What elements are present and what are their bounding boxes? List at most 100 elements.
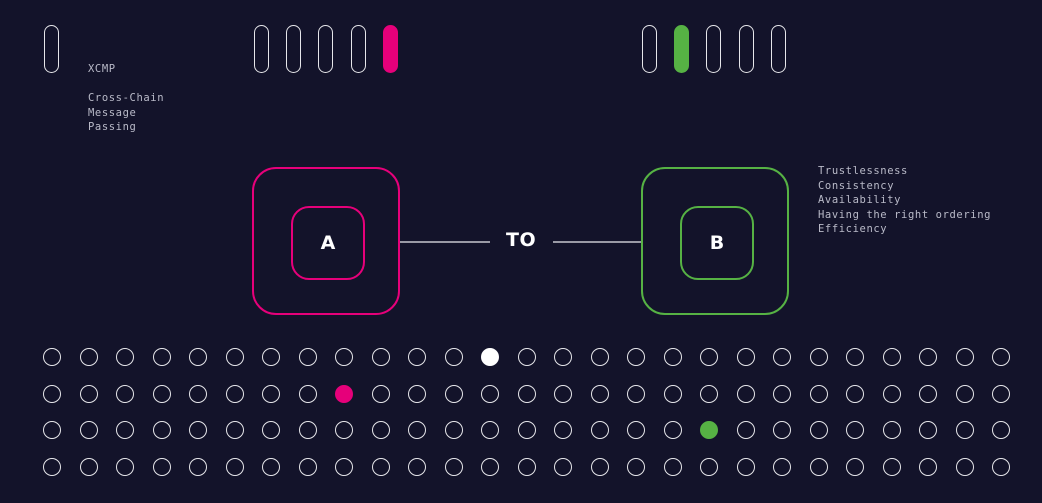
grid-dot-highlighted: [335, 384, 353, 403]
grid-dot: [663, 384, 682, 403]
grid-dot-highlighted: [481, 348, 499, 366]
grid-dot: [298, 457, 317, 476]
grid-dot: [298, 348, 317, 366]
grid-dot: [335, 421, 353, 439]
target-chain-node: B: [680, 206, 754, 280]
grid-dot: [116, 421, 134, 439]
source-chain-node: A: [291, 206, 365, 280]
grid-dot: [554, 421, 572, 439]
grid-dot: [79, 348, 98, 366]
grid-dot: [992, 348, 1010, 366]
indicator-pill: [642, 25, 657, 73]
grid-dot: [882, 348, 901, 366]
xcmp-title: XCMP: [88, 63, 116, 75]
grid-dot: [408, 421, 426, 439]
grid-dot: [663, 348, 682, 366]
grid-dot: [955, 384, 974, 403]
indicator-pill: [286, 25, 301, 73]
grid-dot: [43, 457, 61, 476]
grid-dot: [371, 421, 390, 439]
grid-dot: [481, 457, 499, 476]
grid-dot: [371, 348, 390, 366]
grid-dot: [809, 457, 828, 476]
grid-dot: [992, 384, 1010, 403]
grid-dot: [554, 348, 572, 366]
grid-dot: [79, 457, 98, 476]
indicator-pill: [351, 25, 366, 73]
grid-dot: [225, 457, 244, 476]
grid-dot: [919, 421, 937, 439]
grid-dot: [736, 421, 755, 439]
grid-dot: [298, 421, 317, 439]
connector-line-left: [400, 241, 490, 243]
grid-dot-highlighted: [700, 421, 718, 439]
grid-dot: [590, 457, 609, 476]
grid-dot: [43, 384, 61, 403]
indicator-pill: [318, 25, 333, 73]
grid-dot: [773, 384, 791, 403]
grid-dot: [517, 457, 536, 476]
grid-dot: [225, 421, 244, 439]
grid-dot: [335, 348, 353, 366]
grid-dot: [43, 421, 61, 439]
grid-dot: [846, 421, 864, 439]
indicator-pill: [739, 25, 754, 73]
grid-dot: [371, 457, 390, 476]
grid-dot: [700, 457, 718, 476]
grid-dot: [189, 421, 207, 439]
grid-dot: [663, 421, 682, 439]
indicator-pill-active: [674, 25, 689, 73]
grid-dot: [262, 421, 280, 439]
grid-dot: [590, 384, 609, 403]
grid-dot: [189, 384, 207, 403]
grid-dot: [919, 384, 937, 403]
grid-dot: [590, 348, 609, 366]
grid-dot: [408, 384, 426, 403]
grid-dot: [116, 384, 134, 403]
grid-dot: [554, 384, 572, 403]
grid-dot: [882, 457, 901, 476]
grid-dot: [298, 384, 317, 403]
grid-dot: [444, 421, 463, 439]
properties-list: Trustlessness Consistency Availability H…: [818, 165, 992, 235]
grid-dot: [736, 457, 755, 476]
grid-dot: [773, 457, 791, 476]
grid-dot: [189, 348, 207, 366]
grid-dot: [955, 348, 974, 366]
grid-dot: [846, 457, 864, 476]
grid-dot: [955, 421, 974, 439]
grid-dot: [335, 457, 353, 476]
grid-dot: [955, 457, 974, 476]
grid-dot: [262, 457, 280, 476]
grid-dot: [262, 348, 280, 366]
grid-dot: [116, 348, 134, 366]
grid-dot: [79, 421, 98, 439]
connector-line-right: [553, 241, 642, 243]
grid-dot: [152, 421, 171, 439]
grid-dot: [225, 348, 244, 366]
indicator-pill: [44, 25, 59, 73]
grid-dot: [919, 457, 937, 476]
grid-dot: [627, 457, 645, 476]
grid-dot: [627, 348, 645, 366]
grid-dot: [444, 348, 463, 366]
grid-dot: [517, 384, 536, 403]
grid-dot: [809, 348, 828, 366]
grid-dot: [225, 384, 244, 403]
grid-dot: [152, 348, 171, 366]
grid-dot: [992, 421, 1010, 439]
indicator-pill: [771, 25, 786, 73]
grid-dot: [736, 384, 755, 403]
grid-dot: [152, 384, 171, 403]
grid-dot: [408, 457, 426, 476]
grid-dot: [371, 384, 390, 403]
grid-dot: [773, 421, 791, 439]
grid-dot: [627, 384, 645, 403]
grid-dot: [444, 457, 463, 476]
grid-dot: [700, 348, 718, 366]
target-chain-box: B: [641, 167, 789, 315]
connector-label: TO: [506, 229, 537, 251]
grid-dot: [517, 421, 536, 439]
grid-dot: [809, 421, 828, 439]
indicator-pill-active: [383, 25, 398, 73]
